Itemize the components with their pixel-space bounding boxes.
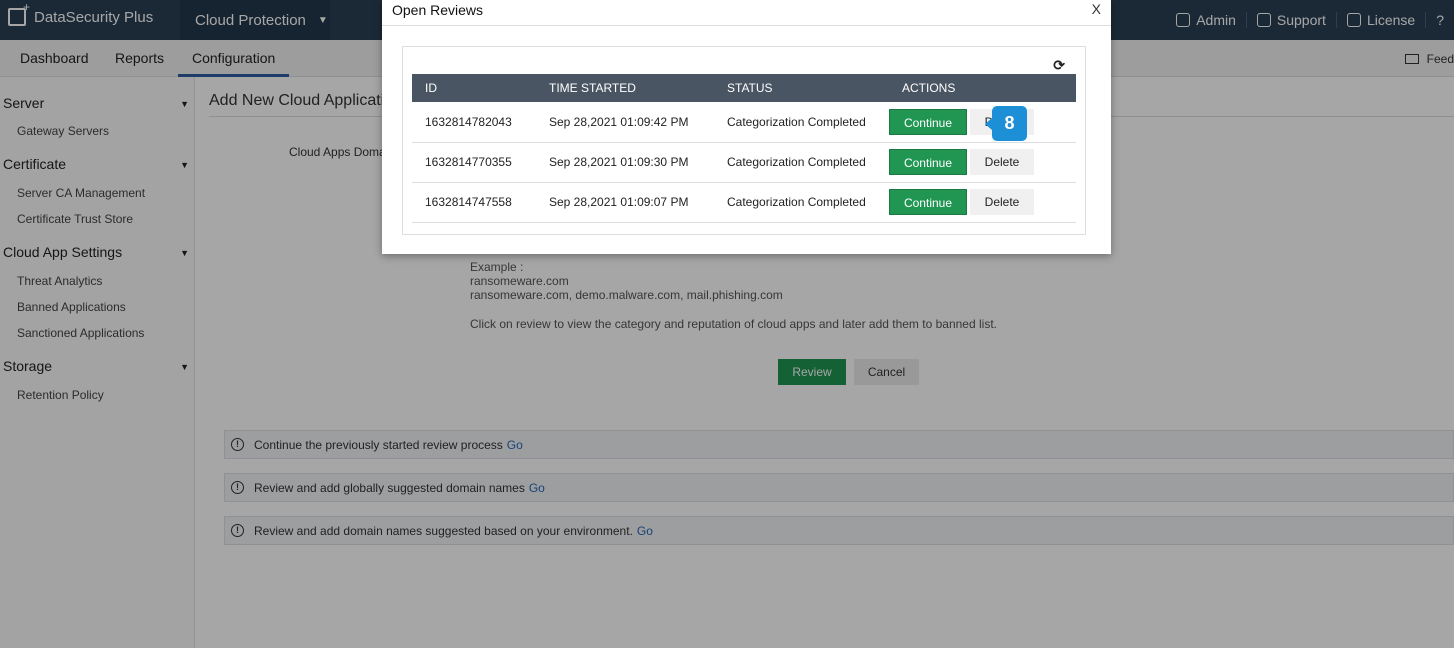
column-header-id: ID bbox=[412, 74, 536, 102]
dialog-header: Open Reviews X bbox=[382, 0, 1111, 26]
column-header-actions: ACTIONS bbox=[889, 74, 1076, 102]
reviews-table: ID TIME STARTED STATUS ACTIONS 163281478… bbox=[412, 74, 1076, 223]
column-header-status: STATUS bbox=[714, 74, 889, 102]
delete-button[interactable]: Delete bbox=[970, 189, 1034, 215]
cell-status: Categorization Completed bbox=[714, 102, 889, 143]
delete-button[interactable]: Delete bbox=[970, 149, 1034, 175]
close-button[interactable]: X bbox=[1092, 1, 1101, 17]
table-row: 1632814770355 Sep 28,2021 01:09:30 PM Ca… bbox=[412, 142, 1076, 183]
table-row: 1632814747558 Sep 28,2021 01:09:07 PM Ca… bbox=[412, 182, 1076, 223]
continue-button[interactable]: Continue bbox=[889, 108, 967, 135]
cell-status: Categorization Completed bbox=[714, 142, 889, 183]
cell-actions: ContinueDelete bbox=[889, 102, 1076, 143]
cell-actions: ContinueDelete bbox=[889, 142, 1076, 183]
column-header-time-started: TIME STARTED bbox=[536, 74, 714, 102]
cell-id: 1632814747558 bbox=[412, 182, 536, 223]
cell-status: Categorization Completed bbox=[714, 182, 889, 223]
reviews-panel: ⟳ ID TIME STARTED STATUS ACTIONS 1632814… bbox=[402, 46, 1086, 235]
cell-id: 1632814770355 bbox=[412, 142, 536, 183]
cell-time: Sep 28,2021 01:09:07 PM bbox=[536, 182, 714, 223]
cell-time: Sep 28,2021 01:09:42 PM bbox=[536, 102, 714, 143]
cell-id: 1632814782043 bbox=[412, 102, 536, 143]
cell-time: Sep 28,2021 01:09:30 PM bbox=[536, 142, 714, 183]
dialog-title: Open Reviews bbox=[392, 2, 484, 18]
continue-button[interactable]: Continue bbox=[889, 189, 967, 215]
continue-button[interactable]: Continue bbox=[889, 149, 967, 175]
cell-actions: ContinueDelete bbox=[889, 182, 1076, 223]
table-header-row: ID TIME STARTED STATUS ACTIONS bbox=[412, 74, 1076, 102]
step-badge: 8 bbox=[985, 106, 1027, 141]
refresh-icon[interactable]: ⟳ bbox=[1053, 57, 1065, 74]
table-row: 1632814782043 Sep 28,2021 01:09:42 PM Ca… bbox=[412, 102, 1076, 143]
